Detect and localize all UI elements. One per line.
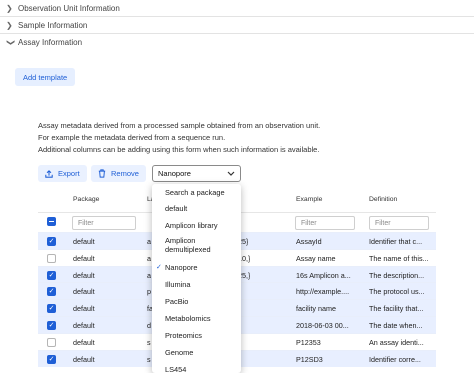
cell-label: p xyxy=(147,287,151,297)
cell-definition: Identifier corre... xyxy=(369,354,421,364)
cell-label: d xyxy=(147,321,151,330)
dropdown-option[interactable]: Amplicon library xyxy=(152,221,241,230)
cell-definition: The description... xyxy=(369,270,425,280)
cell-package: default xyxy=(73,237,95,246)
column-header-package: Package xyxy=(73,196,100,203)
cell-definition: An assay identi... xyxy=(369,337,424,347)
cell-example: Assay name xyxy=(296,253,336,263)
accordion-sample[interactable]: ❯ Sample Information xyxy=(0,17,474,34)
row-checkbox[interactable]: ✓ xyxy=(47,321,56,330)
add-template-button[interactable]: Add template xyxy=(15,68,76,86)
dropdown-option-label: default xyxy=(165,204,188,213)
export-label: Export xyxy=(58,169,80,178)
dropdown-option[interactable]: LS454 xyxy=(152,365,241,373)
dropdown-option-label: Illumina xyxy=(165,280,191,289)
dropdown-option-label: Genome xyxy=(165,348,194,357)
dropdown-option[interactable]: Proteomics xyxy=(152,331,241,340)
filter-example-input[interactable]: Filter xyxy=(295,216,355,230)
description-line: For example the metadata derived from a … xyxy=(38,133,226,143)
package-select-value: Nanopore xyxy=(158,169,191,178)
dropdown-option-label: Metabolomics xyxy=(165,314,211,323)
dropdown-option-label: Amplicon demultiplexed xyxy=(165,236,211,254)
cell-example: 2018-06-03 00... xyxy=(296,321,349,330)
dropdown-option-label: Proteomics xyxy=(165,331,202,340)
cell-package: default xyxy=(73,337,95,347)
cell-label: a xyxy=(147,237,151,246)
description-line: Assay metadata derived from a processed … xyxy=(38,121,321,130)
cell-label: a xyxy=(147,253,151,263)
column-header-example: Example xyxy=(296,196,323,203)
row-checkbox[interactable] xyxy=(47,253,56,263)
dropdown-option[interactable]: Amplicon demultiplexed xyxy=(152,236,241,254)
cell-definition: The protocol us... xyxy=(369,287,425,297)
remove-button[interactable]: Remove xyxy=(91,165,146,182)
package-dropdown-menu: Search a package default Amplicon library A… xyxy=(152,184,241,373)
row-checkbox[interactable]: ✓ xyxy=(47,237,56,246)
export-icon xyxy=(45,169,53,178)
cell-label: s xyxy=(147,354,151,364)
assay-panel: Add template Assay metadata derived from… xyxy=(0,56,474,373)
dropdown-option[interactable]: PacBio xyxy=(152,297,241,306)
cell-package: default xyxy=(73,321,95,330)
description-line: Additional columns can be adding using t… xyxy=(38,145,320,155)
cell-example: http://example.... xyxy=(296,287,350,297)
chevron-down-icon xyxy=(227,171,235,176)
cell-example: 16s Amplicon a... xyxy=(296,270,351,280)
cell-example: P12353 xyxy=(296,337,321,347)
cell-package: default xyxy=(73,354,95,364)
chevron-right-icon: ❯ xyxy=(6,20,13,30)
accordion-label: Assay Information xyxy=(18,38,83,47)
trash-icon xyxy=(98,169,106,178)
cell-package: default xyxy=(73,253,95,263)
check-icon: ✓ xyxy=(156,264,162,271)
cell-definition: The name of this... xyxy=(369,253,429,263)
filter-definition-input[interactable]: Filter xyxy=(369,216,429,230)
row-checkbox[interactable] xyxy=(47,337,56,347)
cell-package: default xyxy=(73,270,95,280)
accordion-label: Observation Unit Information xyxy=(18,3,120,13)
dropdown-option[interactable]: default xyxy=(152,204,241,213)
package-select[interactable]: Nanopore xyxy=(152,165,241,182)
cell-label: s xyxy=(147,337,151,347)
accordion-label: Sample Information xyxy=(18,20,88,30)
select-all-checkbox[interactable] xyxy=(47,217,56,226)
cell-example: facility name xyxy=(296,304,336,314)
dropdown-option-label: LS454 xyxy=(165,365,187,373)
chevron-right-icon: ❯ xyxy=(6,3,13,13)
cell-package: default xyxy=(73,304,95,314)
row-checkbox[interactable]: ✓ xyxy=(47,354,56,364)
accordion-observation-unit[interactable]: ❯ Observation Unit Information xyxy=(0,0,474,17)
dropdown-option-label: Search a package xyxy=(165,188,225,197)
cell-example: AssayId xyxy=(296,237,322,246)
dropdown-option-label: Amplicon library xyxy=(165,221,218,230)
dropdown-option[interactable]: Illumina xyxy=(152,280,241,289)
dropdown-option[interactable]: ✓ Nanopore xyxy=(152,263,241,272)
chevron-down-icon: ❯ xyxy=(6,39,16,46)
row-checkbox[interactable]: ✓ xyxy=(47,287,56,297)
column-header-definition: Definition xyxy=(369,196,398,203)
row-checkbox[interactable]: ✓ xyxy=(47,270,56,280)
row-checkbox[interactable]: ✓ xyxy=(47,304,56,314)
filter-package-input[interactable]: Filter xyxy=(72,216,136,230)
dropdown-option[interactable]: Metabolomics xyxy=(152,314,241,323)
dropdown-search-input[interactable]: Search a package xyxy=(152,188,241,197)
dropdown-option-label: PacBio xyxy=(165,297,189,306)
dropdown-option-label: Nanopore xyxy=(165,263,198,272)
assay-description: Assay metadata derived from a processed … xyxy=(38,120,320,157)
accordion-assay[interactable]: ❯ Assay Information xyxy=(0,34,474,51)
cell-definition: The date when... xyxy=(369,321,423,330)
cell-label: a xyxy=(147,270,151,280)
cell-definition: The facility that... xyxy=(369,304,424,314)
export-button[interactable]: Export xyxy=(38,165,87,182)
cell-package: default xyxy=(73,287,95,297)
cell-definition: Identifier that c... xyxy=(369,237,423,246)
cell-example: P12SD3 xyxy=(296,354,323,364)
dropdown-option[interactable]: Genome xyxy=(152,348,241,357)
remove-label: Remove xyxy=(111,169,139,178)
